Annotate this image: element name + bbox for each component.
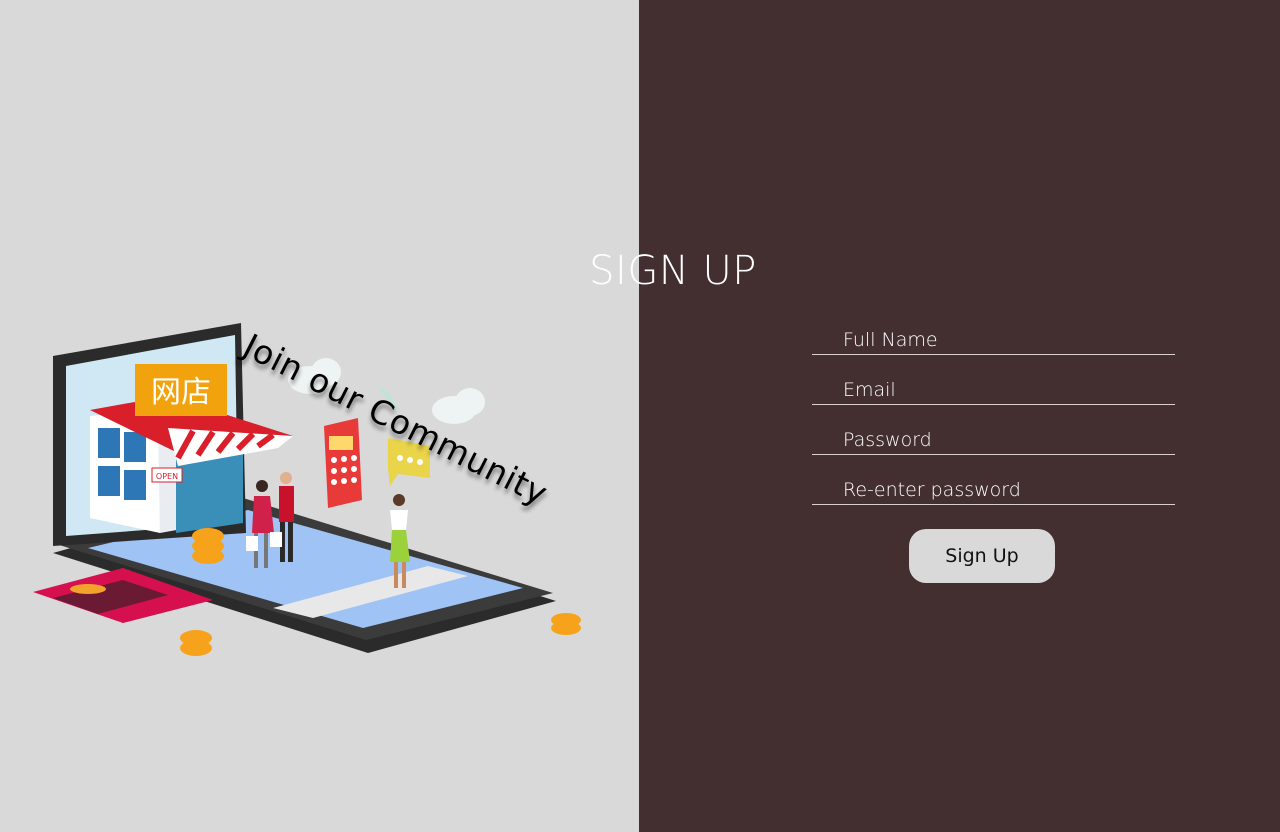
password-placeholder: Password xyxy=(843,429,932,451)
signup-button[interactable]: Sign Up xyxy=(909,529,1055,583)
left-panel: 网店 OPEN Join our Community xyxy=(0,0,639,832)
password-field[interactable]: Password xyxy=(812,425,1175,455)
signup-title-text: SIGN UP xyxy=(589,248,757,294)
open-sign-text: OPEN xyxy=(156,472,178,481)
email-placeholder: Email xyxy=(843,379,896,401)
right-panel xyxy=(639,0,1280,832)
signup-title: SIGN UP xyxy=(0,248,1280,294)
reenter-password-field[interactable]: Re-enter password xyxy=(812,475,1175,505)
reenter-password-placeholder: Re-enter password xyxy=(843,479,1021,501)
shop-sign-text: 网店 xyxy=(151,375,211,410)
email-field[interactable]: Email xyxy=(812,375,1175,405)
full-name-field[interactable]: Full Name xyxy=(812,325,1175,355)
full-name-placeholder: Full Name xyxy=(843,329,938,351)
